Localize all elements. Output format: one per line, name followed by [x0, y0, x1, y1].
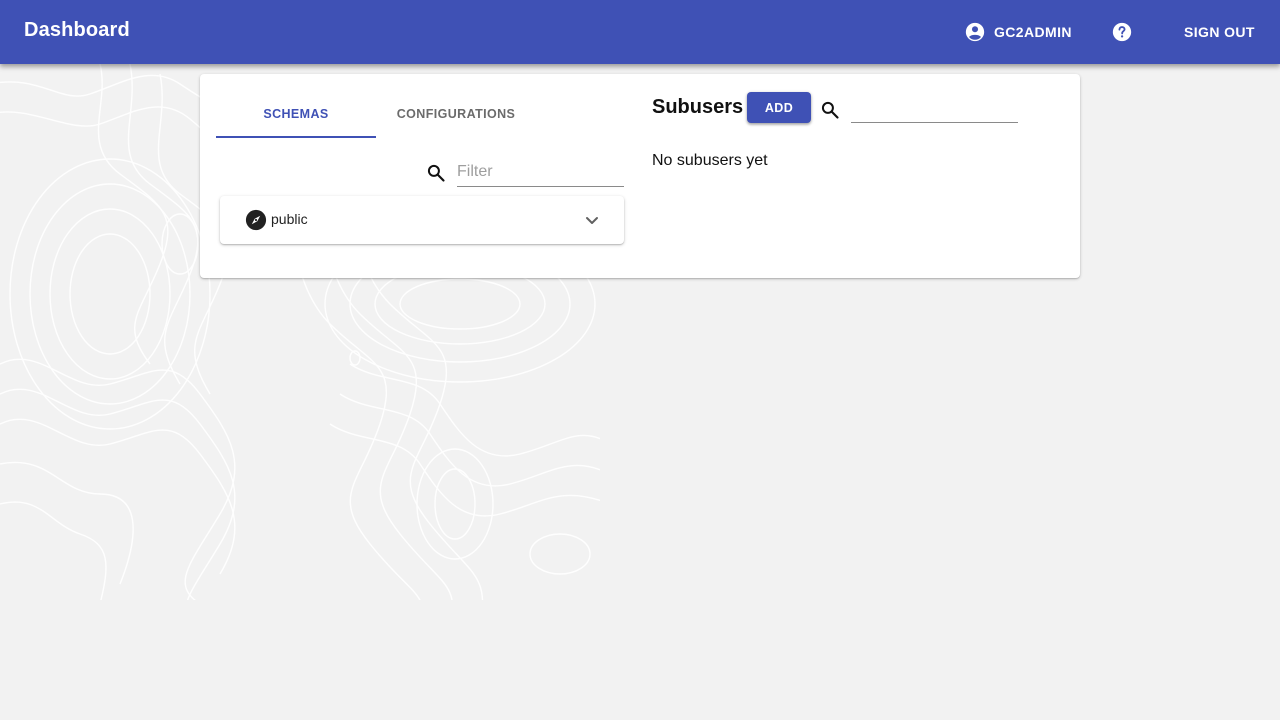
tab-configurations[interactable]: CONFIGURATIONS: [376, 90, 536, 138]
add-subuser-button[interactable]: ADD: [747, 92, 811, 123]
filter-input[interactable]: [457, 158, 624, 186]
app-title: Dashboard: [24, 19, 130, 41]
tab-bar: SCHEMAS CONFIGURATIONS: [216, 90, 536, 138]
help-button[interactable]: [1104, 14, 1140, 50]
schema-name: public: [271, 211, 308, 227]
filter-field: [457, 158, 624, 187]
username-label: GC2ADMIN: [994, 24, 1072, 40]
schema-panel-public[interactable]: public: [220, 196, 624, 244]
compass-icon: [245, 209, 267, 231]
subuser-search-field: [851, 96, 1018, 123]
subusers-title: Subusers: [652, 96, 744, 118]
tab-schemas[interactable]: SCHEMAS: [216, 90, 376, 138]
empty-subusers-message: No subusers yet: [652, 152, 768, 169]
search-icon: [821, 101, 839, 119]
subuser-search-input[interactable]: [851, 96, 1018, 122]
account-circle-icon: [965, 22, 985, 42]
main-card: SCHEMAS CONFIGURATIONS public Subusers A…: [200, 74, 1080, 278]
app-bar: Dashboard GC2ADMIN SIGN OUT: [0, 0, 1280, 64]
chevron-down-icon[interactable]: [580, 208, 604, 232]
active-tab-indicator: [216, 136, 376, 138]
search-icon: [427, 164, 445, 182]
help-circle-icon: [1112, 22, 1132, 42]
sign-out-button[interactable]: SIGN OUT: [1176, 14, 1263, 50]
user-account-button[interactable]: GC2ADMIN: [956, 14, 1080, 50]
